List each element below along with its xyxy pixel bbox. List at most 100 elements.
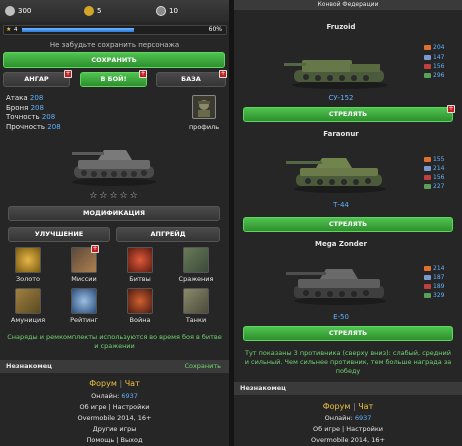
other-games-link[interactable]: Другие игры: [0, 425, 229, 433]
menu-fights[interactable]: Сражения: [176, 247, 216, 283]
gold-coin-icon: [84, 6, 94, 16]
rating-stars: ☆☆☆☆☆: [89, 191, 140, 201]
upgrade2-button[interactable]: АПГРЕЙД: [116, 227, 220, 242]
hangar-screen: 300 5 10 ★ 4 60% Не забудьте сохранить п…: [0, 0, 229, 446]
enemy-attack: 155: [433, 156, 445, 163]
stat-attack: Атака 208: [6, 94, 44, 102]
alert-badge-icon: +: [139, 70, 147, 78]
rating-icon: [71, 288, 97, 314]
nav-hangar-button[interactable]: АНГАР: [3, 72, 70, 87]
armor-icon: [424, 55, 431, 60]
enemy-armor: 147: [433, 54, 445, 61]
nav-base-button[interactable]: БАЗА: [156, 72, 226, 87]
player-tank-image: [72, 150, 156, 186]
profile-label[interactable]: профиль: [186, 123, 222, 131]
star-icon: ★: [6, 26, 12, 33]
forum-link[interactable]: Форум: [89, 379, 117, 388]
menu-ammo[interactable]: Амуниция: [8, 288, 48, 324]
xp-bar: ★ 4 60%: [3, 25, 227, 35]
user-bar: Незнакомец: [234, 382, 462, 395]
user-name[interactable]: Незнакомец: [6, 362, 52, 370]
enemy-armor: 214: [433, 165, 445, 172]
silver-coin-icon: [5, 6, 15, 16]
fuel-icon: [156, 6, 166, 16]
enemy-accuracy: 189: [433, 283, 445, 290]
shoot-button[interactable]: СТРЕЛЯТЬ: [243, 326, 453, 341]
battles-icon: [127, 247, 153, 273]
forum-link[interactable]: Форум: [323, 402, 351, 411]
alert-badge-icon: +: [64, 70, 72, 78]
enemy-model: СУ-152: [328, 94, 354, 102]
footer-links: Форум | Чат: [89, 379, 140, 388]
online-count: Онлайн: 6937: [324, 414, 372, 422]
help-exit-links[interactable]: Помощь | Выход: [0, 436, 229, 444]
fuel-value: 10: [169, 7, 178, 15]
user-bar: Незнакомец Сохранить: [0, 360, 229, 373]
modification-button[interactable]: МОДИФИКАЦИЯ: [8, 206, 220, 221]
chat-link[interactable]: Чат: [358, 402, 373, 411]
stat-accuracy: Точность 208: [6, 113, 56, 121]
chat-link[interactable]: Чат: [125, 379, 140, 388]
armor-icon: [424, 275, 431, 280]
user-name[interactable]: Незнакомец: [240, 384, 286, 392]
online-count: Онлайн: 6937: [91, 392, 138, 400]
shoot-button[interactable]: СТРЕЛЯТЬ: [243, 107, 453, 122]
level-value: 4: [14, 27, 18, 33]
stat-armor: Броня 208: [6, 103, 44, 112]
fights-icon: [183, 247, 209, 273]
enemy-armor: 187: [433, 274, 445, 281]
menu-war[interactable]: Война: [120, 288, 160, 324]
silver-value: 300: [18, 7, 32, 15]
copyright: Overmobile 2014, 16+: [77, 414, 152, 422]
enemy-tank-image: [286, 269, 386, 305]
accuracy-icon: [424, 284, 431, 289]
xp-percent: 60%: [208, 26, 222, 33]
alert-badge-icon: +: [447, 105, 455, 113]
save-button[interactable]: СОХРАНИТЬ: [3, 52, 225, 68]
enemy-durability: 329: [433, 292, 445, 299]
menu-rating[interactable]: Рейтинг: [64, 288, 104, 324]
convoy-header: Конвой Федерации: [234, 0, 462, 10]
alert-badge-icon: +: [91, 245, 99, 253]
enemy-durability: 296: [433, 72, 445, 79]
durability-icon: [424, 293, 431, 298]
gold-icon: [15, 247, 41, 273]
durability-icon: [424, 73, 431, 78]
stat-durability: Прочность 208: [6, 122, 61, 131]
user-save-link[interactable]: Сохранить: [184, 362, 221, 370]
attack-icon: [424, 157, 431, 162]
enemy-model: Т-44: [333, 201, 349, 209]
convoy-info-text: Тут показаны 3 противника (сверху вниз):…: [244, 349, 452, 375]
enemy-name: Fruzoid: [326, 23, 356, 31]
copyright: Overmobile 2014, 16+: [310, 436, 386, 444]
enemy-durability: 227: [433, 183, 445, 190]
tanks-icon: [183, 288, 209, 314]
about-settings-links[interactable]: Об игре | Настройки: [234, 425, 462, 433]
attack-icon: [424, 45, 431, 50]
profile-avatar[interactable]: [192, 95, 216, 119]
gold-value: 5: [97, 7, 102, 15]
menu-battles[interactable]: Битвы: [120, 247, 160, 283]
durability-icon: [424, 184, 431, 189]
accuracy-icon: [424, 64, 431, 69]
menu-tanks[interactable]: Танки: [176, 288, 216, 324]
upgrade-button[interactable]: УЛУЧШЕНИЕ: [8, 227, 110, 242]
footer-links: Форум | Чат: [322, 402, 374, 411]
ammo-icon: [15, 288, 41, 314]
xp-progress-fill: [22, 28, 134, 32]
convoy-screen: Конвой Федерации Fruzoid СУ-152 204 147 …: [234, 0, 462, 446]
info-text: Снаряды и ремкомплекты используются во в…: [7, 333, 222, 350]
save-hint: Не забудьте сохранить персонажа: [49, 41, 180, 49]
attack-icon: [424, 266, 431, 271]
about-settings-links[interactable]: Об игре | Настройки: [0, 403, 229, 411]
enemy-name: Mega Zonder: [315, 240, 367, 248]
enemy-accuracy: 156: [433, 63, 445, 70]
nav-battle-button[interactable]: В БОЙ!: [80, 72, 147, 87]
enemy-tank-image: [286, 158, 386, 193]
tank-stats: Атака 208 Броня 208 Точность 208 Прочнос…: [6, 94, 61, 132]
enemy-tank-image: [284, 60, 388, 89]
enemy-name: Faraonur: [323, 130, 359, 138]
resource-bar: 300 5 10: [0, 0, 229, 22]
shoot-button[interactable]: СТРЕЛЯТЬ: [243, 217, 453, 232]
menu-gold[interactable]: Золото: [8, 247, 48, 283]
